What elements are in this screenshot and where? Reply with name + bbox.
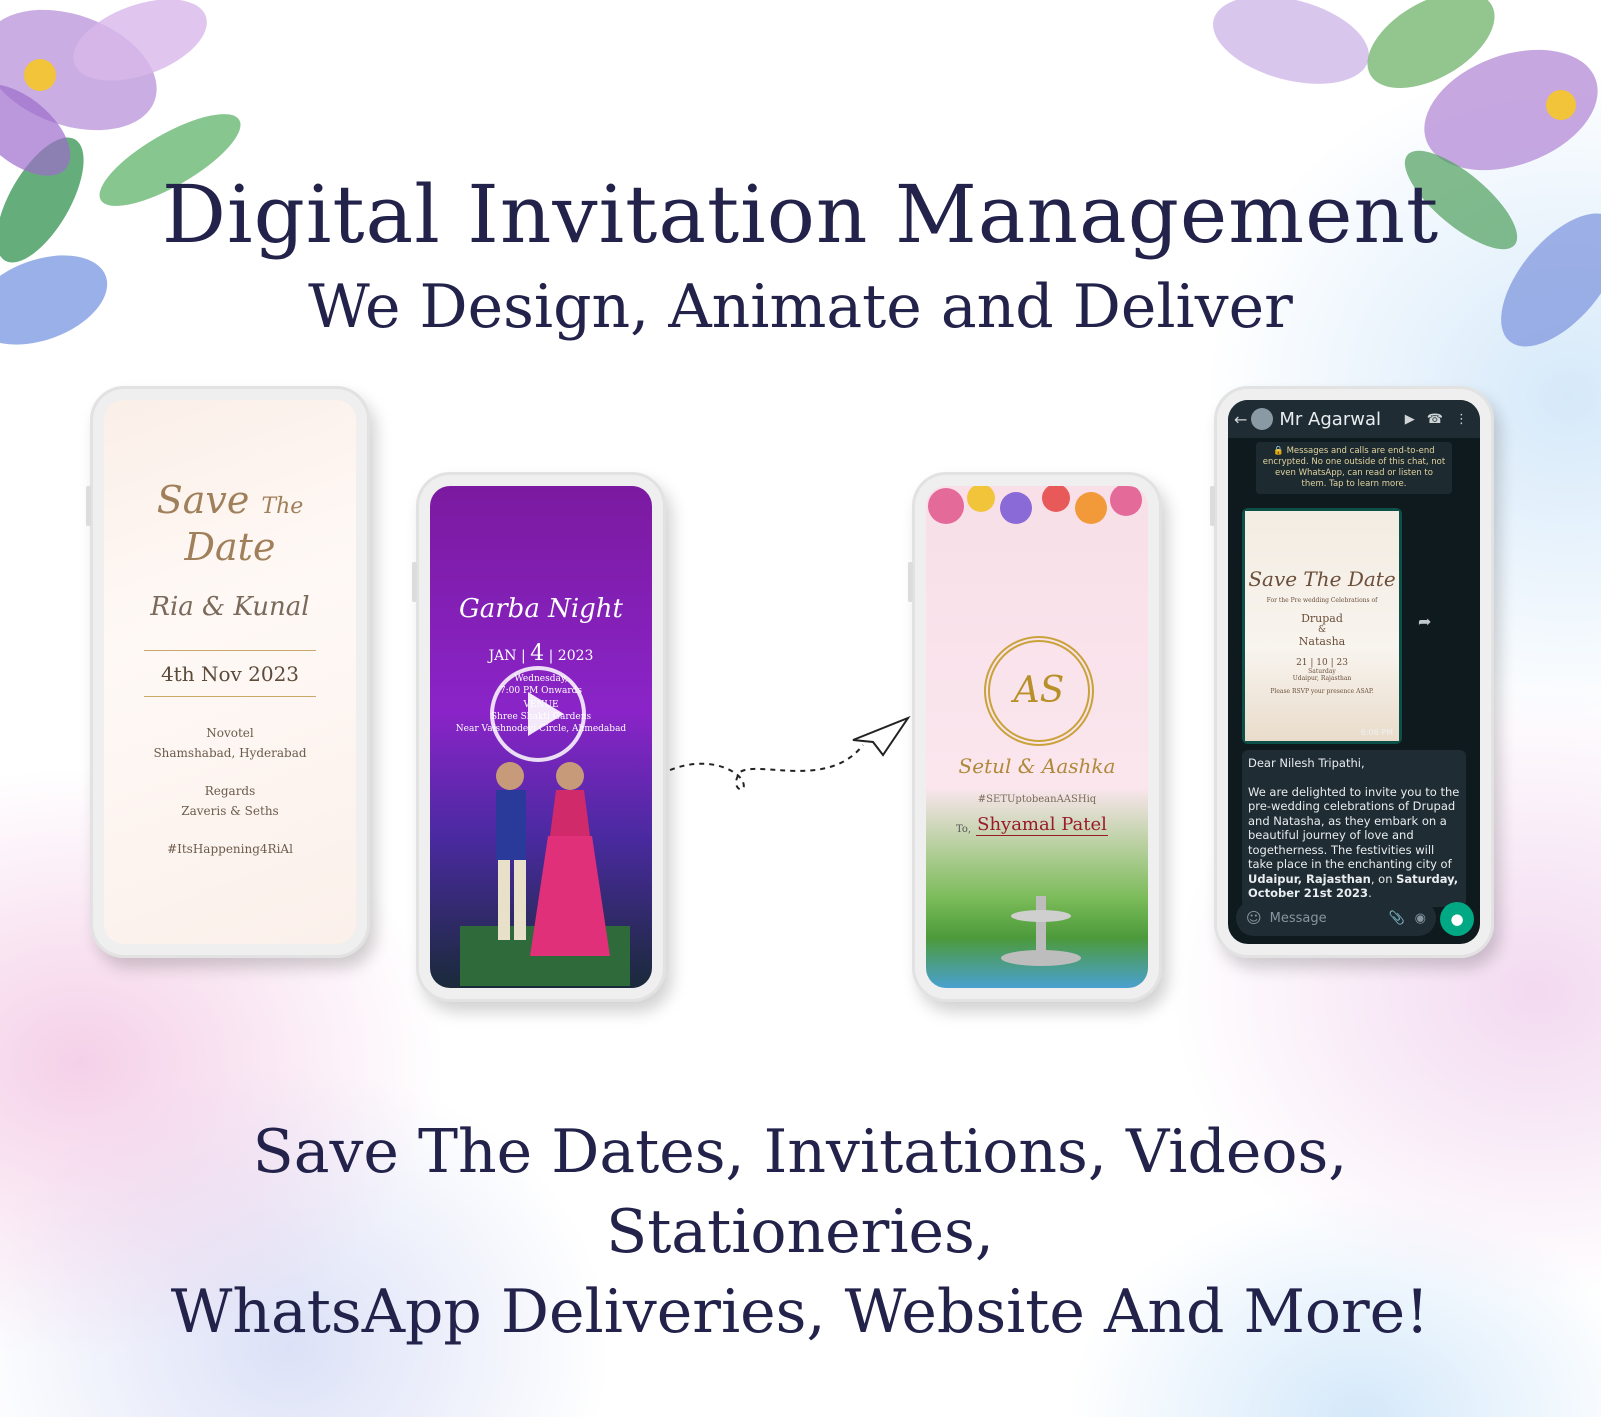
phone-call-icon[interactable]: ☎	[1427, 412, 1443, 427]
message-body: We are delighted to invite you to the pr…	[1248, 785, 1460, 901]
camera-icon[interactable]: ◉	[1415, 911, 1426, 926]
learn-more-link[interactable]: Tap to learn more.	[1329, 479, 1406, 489]
services-line-1: Save The Dates, Invitations, Videos, Sta…	[252, 1117, 1348, 1267]
phone-video-invite: Garba Night JAN | 4 | 2023 Wednesday, 7:…	[412, 472, 666, 1002]
avatar[interactable]	[1251, 408, 1274, 430]
message-greeting: Dear Nilesh Tripathi,	[1248, 756, 1365, 770]
phone-side-button	[1210, 486, 1215, 526]
phone-side-button	[908, 562, 913, 602]
card-name-2: Natasha	[1298, 635, 1346, 648]
divider	[144, 696, 316, 697]
card-date: 21 | 10 | 23	[1296, 658, 1348, 668]
encryption-notice[interactable]: 🔒 Messages and calls are end-to-end encr…	[1256, 442, 1452, 494]
card-name-1: Drupad	[1301, 612, 1343, 625]
phone-side-button	[412, 562, 417, 602]
garba-night-video: Garba Night JAN | 4 | 2023 Wednesday, 7:…	[430, 486, 652, 988]
message-place: Udaipur, Rajasthan	[1248, 871, 1371, 886]
invite-card: Save The Date For the Pre wedding Celebr…	[1245, 511, 1399, 741]
contact-name[interactable]: Mr Agarwal	[1279, 409, 1404, 430]
date-word: Date	[184, 525, 276, 569]
floral-border-top	[928, 486, 1142, 524]
forward-icon[interactable]: ➦	[1418, 612, 1431, 631]
emoji-icon[interactable]: ☺	[1246, 909, 1262, 927]
lock-icon: 🔒	[1273, 446, 1284, 456]
divider	[144, 650, 316, 651]
video-call-icon[interactable]: ▶	[1405, 412, 1415, 427]
card-subtitle: For the Pre wedding Celebrations of	[1266, 597, 1378, 604]
card-place: Udaipur, Rajasthan	[1292, 675, 1352, 682]
event-date-row: JAN | 4 | 2023	[488, 641, 594, 666]
message-body-text: , on	[1370, 871, 1397, 886]
event-day: 4	[530, 641, 545, 666]
save-the-date-heading: Save The Date	[104, 480, 356, 567]
services-list: Save The Dates, Invitations, Videos, Sta…	[60, 1112, 1540, 1352]
save-the-date-card: Save The Date Ria & Kunal 4th Nov 2023 N…	[104, 400, 356, 944]
message-body-text: We are delighted to invite you to the pr…	[1248, 784, 1460, 872]
paper-plane-icon	[852, 715, 911, 757]
services-line-2: WhatsApp Deliveries, Website And More!	[170, 1277, 1430, 1347]
couple-names: Setul & Aashka	[958, 754, 1116, 778]
attach-icon[interactable]: 📎	[1388, 911, 1404, 926]
play-icon[interactable]	[490, 666, 586, 762]
invite-image-message[interactable]: Save The Date For the Pre wedding Celebr…	[1242, 508, 1402, 744]
card-title: Save The Date	[1248, 567, 1396, 591]
the-word: The	[261, 494, 304, 519]
phone-save-the-date: Save The Date Ria & Kunal 4th Nov 2023 N…	[86, 386, 370, 958]
paper-plane-path	[669, 715, 911, 791]
venue-name: Novotel	[206, 726, 254, 740]
message-input[interactable]: ☺ Message 📎 ◉	[1236, 900, 1436, 936]
whatsapp-chat: ← Mr Agarwal ▶ ☎ ⋮ 🔒 Messages and calls …	[1228, 400, 1480, 944]
event-year: 2023	[557, 648, 594, 664]
families: Zaveris & Seths	[181, 804, 279, 818]
event-month: JAN	[488, 648, 517, 664]
invitation-text-message[interactable]: Dear Nilesh Tripathi, We are delighted t…	[1242, 750, 1466, 907]
couple-names: Ria & Kunal	[150, 592, 310, 622]
guest-name: Shyamal Patel	[976, 814, 1108, 836]
save-word: Save	[156, 478, 250, 522]
fountain-illustration	[1001, 896, 1081, 966]
dancing-couple-illustration	[460, 762, 630, 986]
monogram-crest: AS	[984, 636, 1094, 746]
phone-personalised-invite: AS Setul & Aashka #SETUptobeanAASHiq To,…	[908, 472, 1162, 1002]
regards-label: Regards	[204, 784, 256, 798]
message-time: 6:06 PM	[1360, 728, 1393, 737]
card-day: Saturday	[1308, 668, 1336, 675]
event-title: Garba Night	[458, 594, 623, 624]
personalised-invite-card: AS Setul & Aashka #SETUptobeanAASHiq To,…	[926, 486, 1148, 988]
more-options-icon[interactable]: ⋮	[1455, 412, 1468, 427]
hashtag: #SETUptobeanAASHiq	[977, 794, 1097, 805]
to-label: To,	[956, 824, 972, 835]
chat-header: ← Mr Agarwal ▶ ☎ ⋮	[1228, 400, 1480, 438]
hashtag: #ItsHappening4RiAl	[167, 842, 293, 856]
page-title: Digital Invitation Management	[161, 168, 1440, 261]
card-ampersand: &	[1317, 625, 1326, 635]
phone-whatsapp-delivery: ← Mr Agarwal ▶ ☎ ⋮ 🔒 Messages and calls …	[1210, 386, 1494, 958]
event-date: 4th Nov 2023	[160, 662, 300, 686]
message-placeholder: Message	[1269, 910, 1327, 926]
back-arrow-icon[interactable]: ←	[1234, 410, 1247, 429]
page-subtitle: We Design, Animate and Deliver	[308, 272, 1293, 342]
card-rsvp: Please RSVP your presence ASAP.	[1270, 688, 1374, 695]
microphone-icon[interactable]: ●	[1440, 902, 1474, 936]
phone-side-button	[86, 486, 91, 526]
monogram: AS	[1013, 670, 1065, 711]
venue-city: Shamshabad, Hyderabad	[153, 746, 307, 760]
message-body-text: .	[1368, 886, 1372, 900]
